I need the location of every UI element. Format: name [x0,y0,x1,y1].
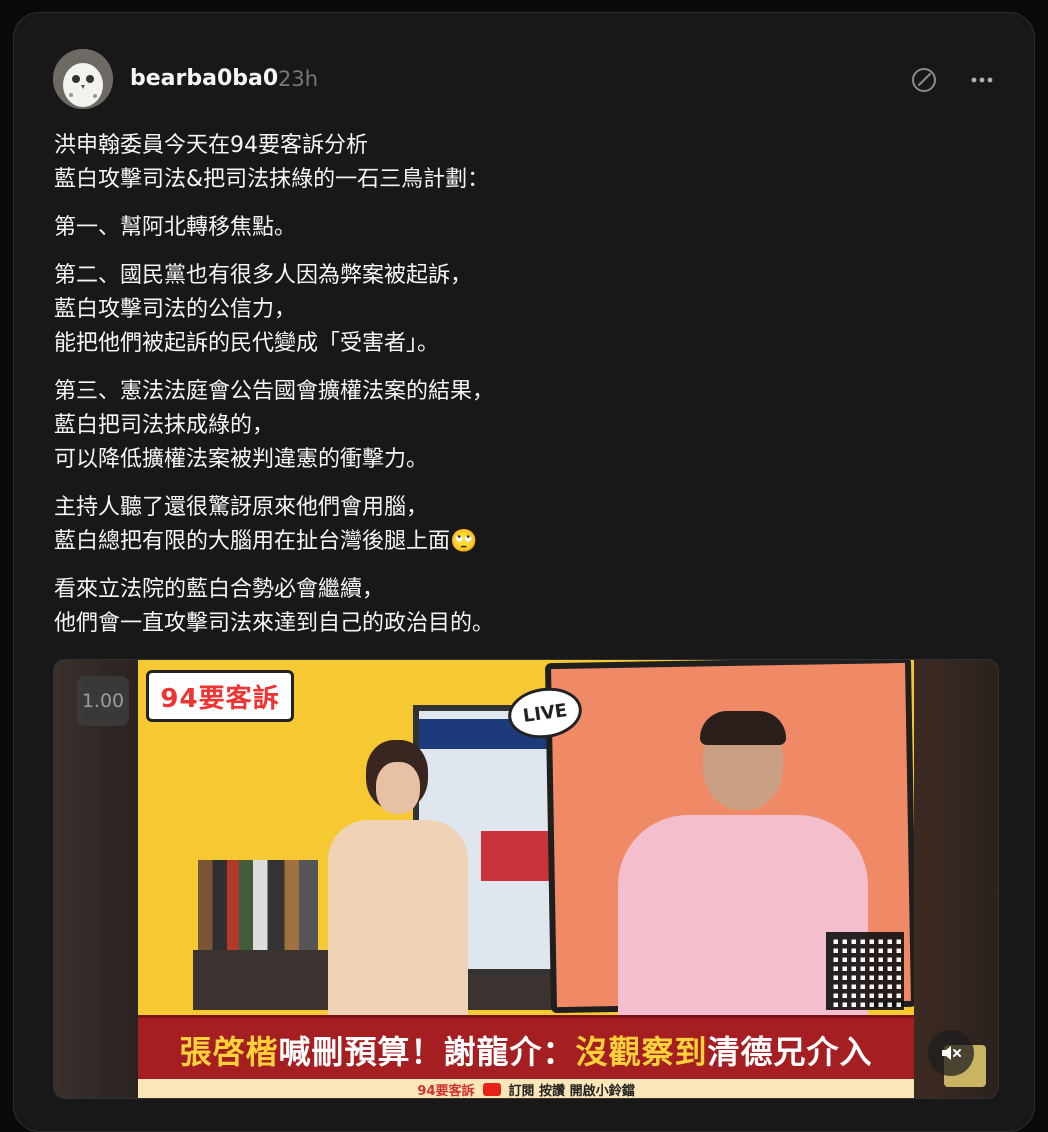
youtube-icon [482,1083,501,1096]
post-paragraph: 第二、國民黨也有很多人因為弊案被起訴， 藍白攻擊司法的公信力， 能把他們被起訴的… [54,263,473,356]
subscribe-bar: 94要客訴 訂閱 按讚 開啟小鈴鐺 [138,1079,914,1099]
post-paragraph: 洪申翰委員今天在94要客訴分析 藍白攻擊司法&把司法抹綠的一石三鳥計劃： [54,133,490,192]
video-player[interactable]: 94要客訴 LIVE 張啓楷 喊刪預算！謝龍介： 沒觀察到 清德兄介入 94要客… [53,659,999,1099]
caption-name-1: 張啓楷 [179,1033,279,1071]
timestamp: 23h [278,67,319,91]
post-body: 洪申翰委員今天在94要客訴分析 藍白攻擊司法&把司法抹綠的一石三鳥計劃： 第一、… [54,129,984,655]
mute-icon[interactable] [928,1030,974,1076]
post-card: bearba0ba0 23h 洪申翰委員今天在94要客訴分析 藍白攻擊司法&把司… [13,12,1035,1132]
show-logo: 94要客訴 [146,670,294,722]
post-paragraph: 主持人聽了還很驚訝原來他們會用腦， 藍白總把有限的大腦用在扯台灣後腿上面🙄 [54,495,478,554]
avatar[interactable] [53,49,113,109]
caption-text-2: 清德兄介入 [707,1033,873,1071]
caption-text-1: 喊刪預算！謝龍介： [278,1033,576,1071]
owl-avatar-image [53,49,113,109]
video-frame[interactable]: 94要客訴 LIVE 張啓楷 喊刪預算！謝龍介： 沒觀察到 清德兄介入 94要客… [138,660,914,1099]
sub-text: 訂閱 按讚 開啟小鈴鐺 [508,1084,635,1099]
bookshelf [198,860,318,950]
edit-icon[interactable] [909,65,939,95]
playback-speed[interactable]: 1.00 [77,676,129,726]
host-female [318,740,468,1020]
sub-brand: 94要客訴 [417,1084,475,1099]
more-icon[interactable] [967,65,997,95]
post-paragraph: 看來立法院的藍白合勢必會繼續， 他們會一直攻擊司法來達到自己的政治目的。 [54,577,495,636]
username[interactable]: bearba0ba0 [130,66,278,91]
video-caption: 張啓楷 喊刪預算！謝龍介： 沒觀察到 清德兄介入 [138,1015,914,1082]
post-paragraph: 第一、幫阿北轉移焦點。 [54,215,297,240]
caption-highlight: 沒觀察到 [575,1033,708,1071]
qr-code [826,932,904,1010]
post-paragraph: 第三、憲法法庭會公告國會擴權法案的結果， 藍白把司法抹成綠的， 可以降低擴權法案… [54,379,495,472]
